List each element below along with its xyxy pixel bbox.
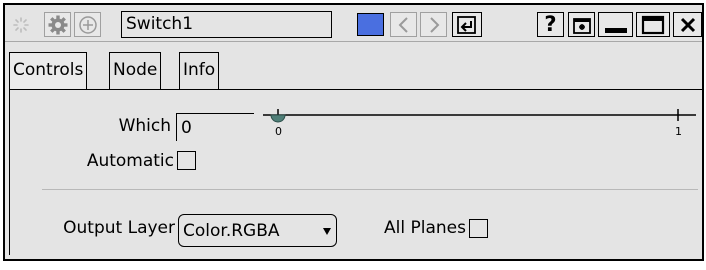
- slider-handle: [270, 114, 286, 123]
- dropdown-arrow-icon: [323, 228, 331, 235]
- all-planes-label: All Planes: [384, 218, 466, 238]
- output-layer-label: Output Layer: [63, 218, 175, 238]
- section-divider: [42, 189, 698, 190]
- output-layer-dropdown[interactable]: Color.RGBA: [178, 214, 337, 247]
- all-planes-checkbox[interactable]: [469, 219, 488, 238]
- slider-max-label: 1: [675, 125, 682, 138]
- slider-min-label: 0: [275, 125, 282, 138]
- properties-panel: Switch1 ? Controls Node Info Which 0 0 1…: [3, 3, 704, 261]
- automatic-label: Automatic: [86, 151, 174, 171]
- output-layer-value: Color.RGBA: [183, 221, 280, 241]
- automatic-checkbox[interactable]: [177, 151, 196, 170]
